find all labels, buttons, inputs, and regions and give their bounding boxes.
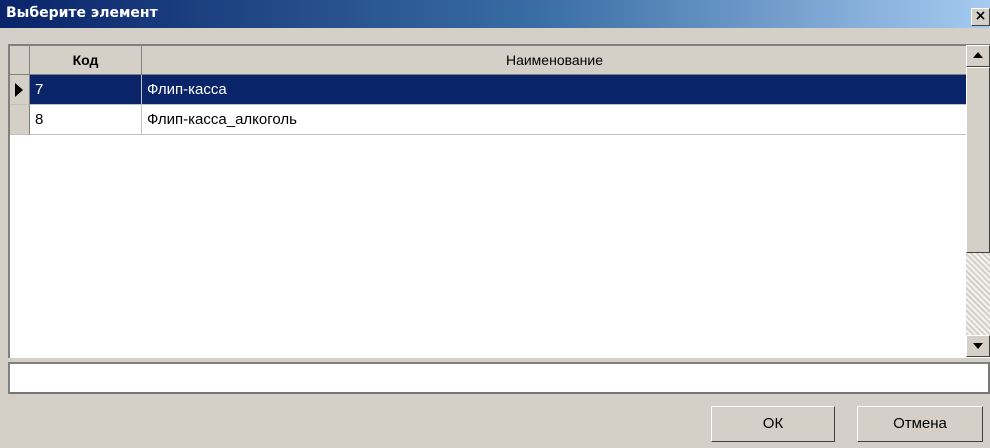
scroll-up-icon [973, 52, 983, 58]
scroll-down-icon [973, 343, 983, 349]
cell-name[interactable]: Флип-касса [142, 75, 968, 105]
column-header-code[interactable]: Код [30, 46, 142, 74]
table-row[interactable]: 7 Флип-касса [10, 75, 968, 105]
vertical-scrollbar[interactable] [966, 45, 990, 357]
row-indicator [10, 105, 30, 135]
cell-name[interactable]: Флип-касса_алкоголь [142, 105, 968, 135]
column-header-name[interactable]: Наименование [142, 46, 968, 74]
filter-input[interactable] [8, 362, 990, 394]
table-row[interactable]: 8 Флип-касса_алкоголь [10, 105, 968, 135]
window-title: Выберите элемент [6, 5, 158, 21]
scrollbar-thumb[interactable] [966, 67, 990, 253]
grid-header: Код Наименование [10, 46, 968, 75]
cell-code[interactable]: 8 [30, 105, 142, 135]
close-icon: × [974, 8, 987, 24]
cancel-button[interactable]: Отмена [857, 406, 983, 442]
data-grid: Код Наименование 7 Флип-касса 8 Флип-кас… [8, 44, 990, 358]
cell-code[interactable]: 7 [30, 75, 142, 105]
ok-button[interactable]: ОК [711, 406, 835, 442]
row-pointer-icon [15, 83, 23, 97]
scroll-up-button[interactable] [966, 45, 990, 67]
scroll-down-button[interactable] [966, 335, 990, 357]
close-button[interactable]: × [971, 8, 990, 26]
row-indicator [10, 75, 30, 105]
title-bar: Выберите элемент [0, 0, 990, 28]
header-indicator-cell [10, 46, 30, 74]
